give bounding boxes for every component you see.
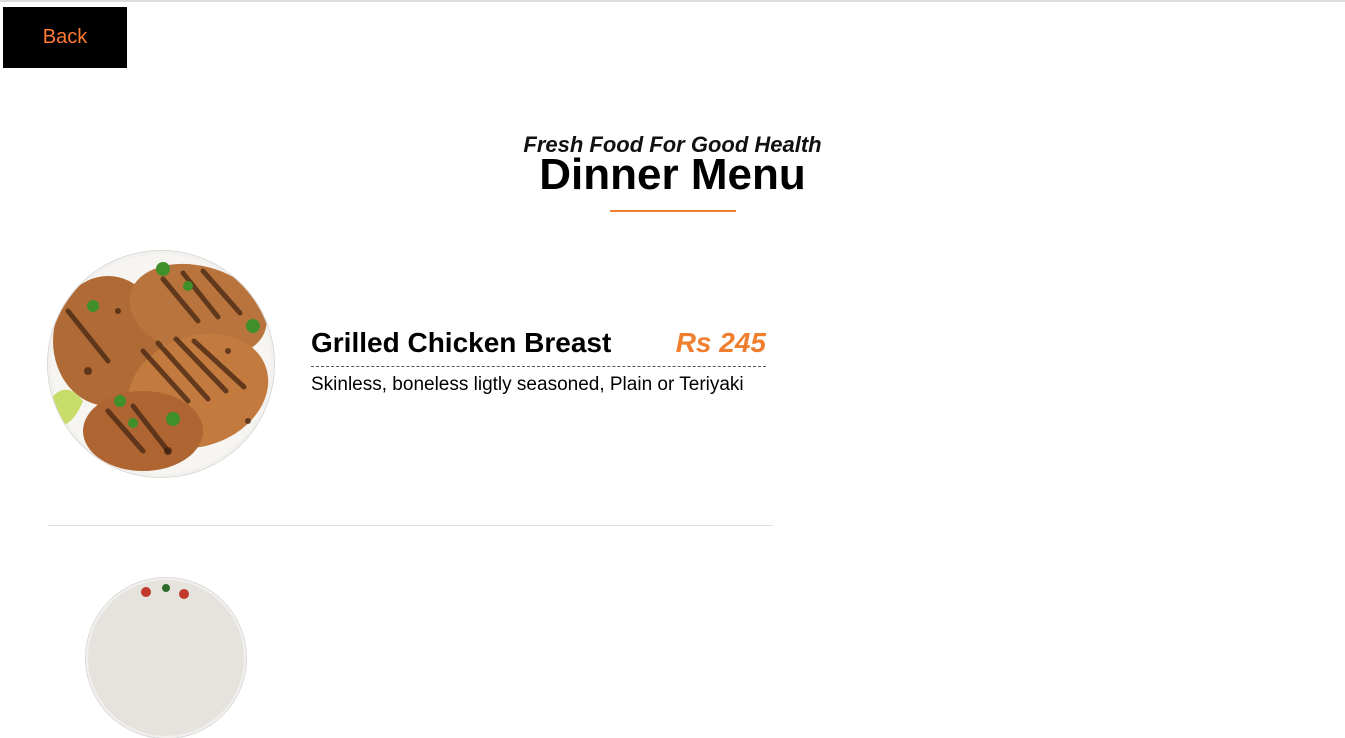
page-title: Dinner Menu [539, 150, 806, 199]
top-divider [0, 0, 1345, 2]
menu-item-name: Grilled Chicken Breast [311, 327, 612, 358]
dish-photo-next [86, 578, 246, 738]
back-button[interactable]: Back [3, 7, 127, 68]
menu-item-dotted-divider [311, 366, 766, 367]
dish-photo-grilled-chicken [48, 251, 274, 477]
title-underline [610, 210, 736, 212]
menu-item-separator [48, 525, 773, 526]
back-button-label: Back [42, 26, 88, 48]
menu-item-price: Rs 245 [675, 327, 766, 358]
menu-item-description: Skinless, boneless ligtly seasoned, Plai… [311, 374, 744, 395]
